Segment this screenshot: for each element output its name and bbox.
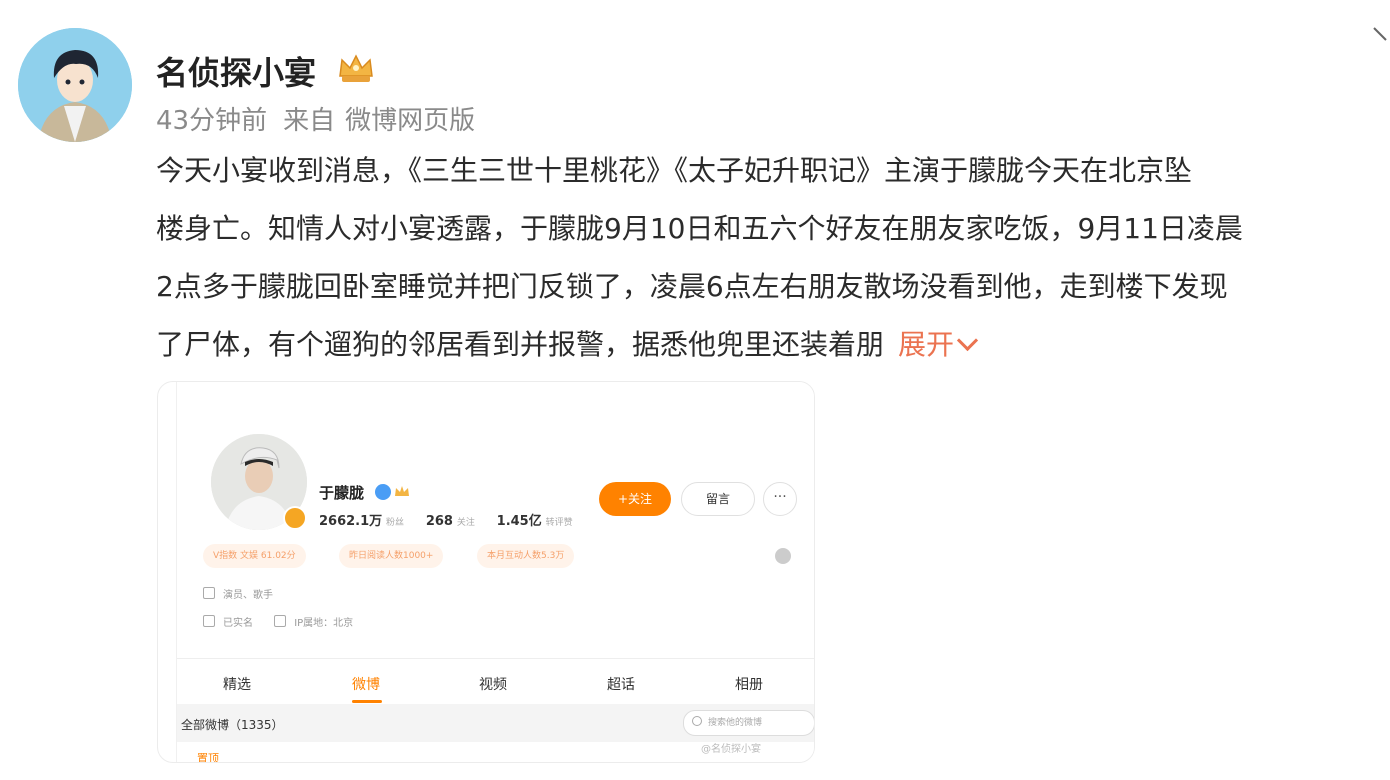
divider xyxy=(177,658,814,659)
tab-weibo: 微博 xyxy=(352,677,380,693)
post-line: 今天小宴收到消息，《三生三世十里桃花》《太子妃升职记》主演于朦胧今天在北京坠 xyxy=(156,154,1193,187)
profile-tag: 本月互动人数5.3万 xyxy=(477,544,575,568)
info-icon xyxy=(203,587,215,599)
message-button: 留言 xyxy=(681,482,755,516)
watermark: @名侦探小宴 xyxy=(701,744,761,755)
profile-tabs: 精选 微博 视频 超话 相册 xyxy=(177,668,814,704)
active-tab-indicator xyxy=(352,700,382,703)
following-count: 268 xyxy=(425,514,453,529)
search-input: 搜索他的微博 xyxy=(683,710,814,736)
source-prefix: 来自 xyxy=(283,106,336,136)
arrow-icon xyxy=(775,548,791,564)
post-text: 今天小宴收到消息，《三生三世十里桃花》《太子妃升职记》主演于朦胧今天在北京坠 楼… xyxy=(156,142,1390,374)
real-name: 已实名 xyxy=(223,618,253,629)
chevron-down-icon[interactable] xyxy=(1372,22,1390,46)
vip-badge-icon xyxy=(283,506,307,530)
ip-location: IP属地：北京 xyxy=(294,618,354,629)
profile-tag: 昨日阅读人数1000+ xyxy=(339,544,444,568)
followers-count: 2662.1万 xyxy=(319,514,383,529)
profile-stats: 2662.1万 粉丝 268 关注 1.45亿 转评赞 xyxy=(319,510,591,529)
post-line: 2点多于朦胧回卧室睡觉并把门反锁了，凌晨6点左右朋友散场没看到他，走到楼下发现 xyxy=(156,270,1228,303)
more-icon: ··· xyxy=(763,482,797,516)
crown-icon xyxy=(393,484,411,500)
follow-button: +关注 xyxy=(599,482,671,516)
likes-label: 转评赞 xyxy=(545,518,573,528)
tab-supertopic: 超话 xyxy=(607,677,635,693)
realname-row: 已实名 IP属地：北京 xyxy=(203,614,353,629)
likes-count: 1.45亿 xyxy=(496,514,542,529)
occupation-row: 演员、歌手 xyxy=(203,586,273,601)
occupation: 演员、歌手 xyxy=(223,590,273,601)
post-time[interactable]: 43分钟前 xyxy=(156,106,267,136)
profile-screenshot: 于朦胧 2662.1万 粉丝 268 关注 1.45亿 转评赞 +关注 留言 ·… xyxy=(176,382,814,763)
tab-video: 视频 xyxy=(479,677,507,693)
search-placeholder: 搜索他的微博 xyxy=(708,718,763,728)
crown-icon xyxy=(336,50,376,86)
post-meta: 43分钟前 来自 微博网页版 xyxy=(156,100,491,137)
pinned-label: 置顶 xyxy=(197,752,219,763)
author-avatar[interactable] xyxy=(18,28,132,142)
post-line: 楼身亡。知情人对小宴透露，于朦胧9月10日和五六个好友在朋友家吃饭，9月11日凌… xyxy=(156,212,1243,245)
post-line-last: 了尸体，有个遛狗的邻居看到并报警，据悉他兜里还装着朋 展开 xyxy=(156,316,1390,374)
search-icon xyxy=(692,716,702,726)
following-label: 关注 xyxy=(456,518,475,528)
post-line: 了尸体，有个遛狗的邻居看到并报警，据悉他兜里还装着朋 xyxy=(156,328,885,361)
tab-album: 相册 xyxy=(735,677,763,693)
post-source[interactable]: 微博网页版 xyxy=(345,106,475,136)
id-card-icon xyxy=(203,615,215,627)
embedded-image[interactable]: 于朦胧 2662.1万 粉丝 268 关注 1.45亿 转评赞 +关注 留言 ·… xyxy=(157,381,815,763)
verified-icon xyxy=(375,484,391,500)
author-name[interactable]: 名侦探小宴 xyxy=(156,48,316,94)
filter-label: 全部微博（1335） xyxy=(181,718,284,732)
profile-name: 于朦胧 xyxy=(319,484,365,502)
expand-link[interactable]: 展开 xyxy=(898,328,979,361)
expand-label[interactable]: 展开 xyxy=(898,328,954,361)
location-icon xyxy=(274,615,287,627)
followers-label: 粉丝 xyxy=(386,518,405,528)
chevron-down-icon[interactable] xyxy=(956,329,979,352)
profile-tag: V指数 文娱 61.02分 xyxy=(203,544,306,568)
tab-featured: 精选 xyxy=(223,677,251,693)
